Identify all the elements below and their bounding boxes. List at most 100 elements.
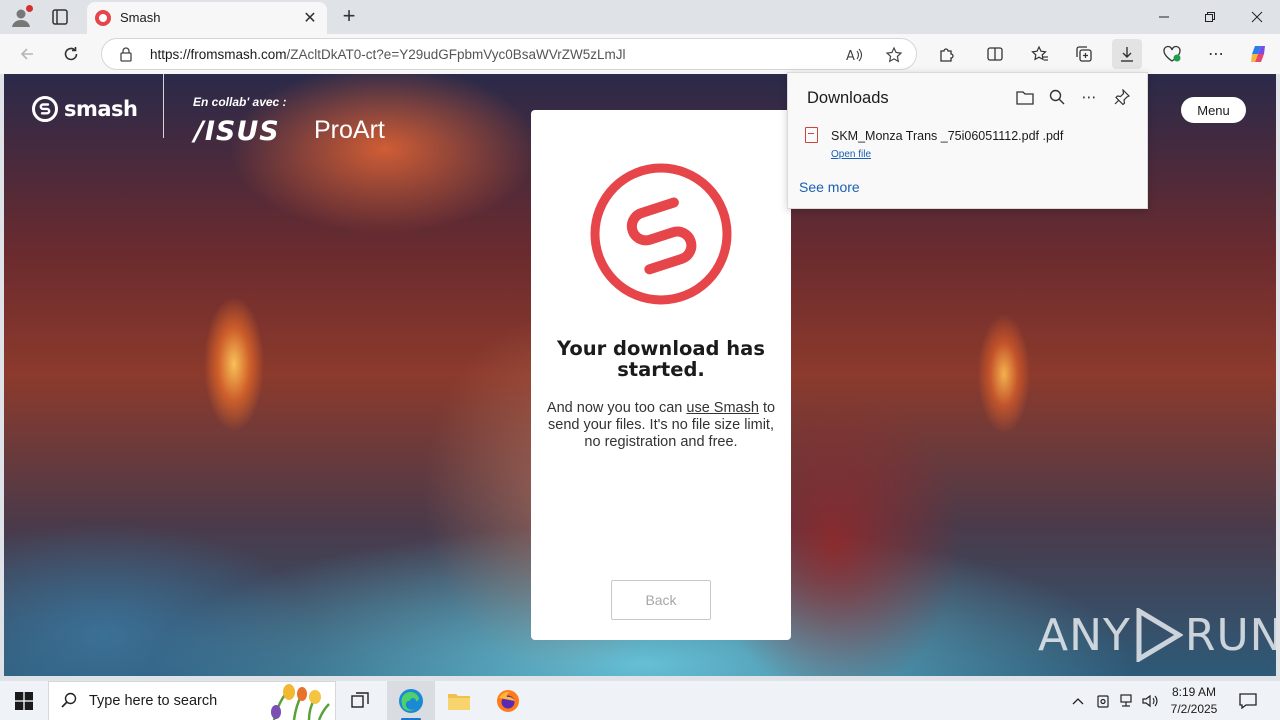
download-file-name: SKM_Monza Trans _75i06051112.pdf .pdf (831, 129, 1064, 143)
refresh-button[interactable] (56, 39, 86, 69)
downloads-button[interactable] (1112, 39, 1142, 69)
smash-large-logo-icon (590, 163, 732, 305)
restore-button[interactable] (1187, 0, 1233, 34)
download-heading: Your download has started. (557, 337, 765, 381)
browser-titlebar: Smash ✕ + (0, 0, 1280, 34)
tab-title: Smash (120, 10, 161, 25)
puzzle-icon (940, 48, 954, 62)
search-downloads-icon[interactable] (1045, 85, 1069, 109)
brand-divider (163, 74, 164, 138)
watermark-left: ANY (1038, 609, 1131, 661)
downloads-title: Downloads (807, 89, 889, 107)
promo-text-start: And now you too can (546, 400, 687, 416)
downloads-panel: Downloads ⋯ SKM_Monza Trans _75i06051112… (787, 72, 1148, 209)
pdf-file-icon (805, 127, 818, 143)
tab-actions-button[interactable] (50, 7, 70, 27)
read-aloud-icon[interactable]: A (844, 45, 864, 65)
open-file-link[interactable]: Open file (831, 149, 871, 160)
collections-icon (1076, 46, 1092, 62)
pin-icon[interactable] (1110, 85, 1134, 109)
split-screen-icon (987, 47, 1003, 61)
favorite-star-icon[interactable] (884, 45, 904, 65)
minimize-button[interactable] (1141, 0, 1187, 34)
search-icon (61, 692, 77, 713)
new-tab-button[interactable]: + (338, 4, 360, 28)
notification-icon (1239, 693, 1257, 709)
svg-text:A: A (846, 49, 855, 64)
play-triangle-icon (1136, 608, 1183, 662)
anyrun-watermark: ANY RUN (1038, 608, 1276, 662)
clock-date: 7/2/2025 (1170, 702, 1218, 716)
split-screen-button[interactable] (980, 39, 1010, 69)
close-window-button[interactable] (1234, 0, 1280, 34)
more-dots-icon: ⋯ (1208, 46, 1224, 63)
heartbeat-icon (1163, 45, 1181, 62)
address-bar[interactable]: https://fromsmash.com/ZAcltDkAT0-ct?e=Y2… (101, 38, 917, 70)
close-window-icon (1251, 11, 1263, 23)
chevron-up-icon (1072, 698, 1084, 705)
tab-actions-icon (52, 9, 68, 25)
browser-essentials-button[interactable] (1157, 39, 1187, 69)
task-view-icon (351, 692, 369, 708)
volume-icon[interactable] (1140, 681, 1160, 720)
firefox-button[interactable] (484, 681, 532, 720)
extensions-button[interactable] (932, 39, 962, 69)
smash-logo-icon (32, 96, 58, 122)
favorites-icon (1031, 45, 1048, 61)
download-started-card: Your download has started. And now you t… (531, 110, 791, 640)
back-button-disabled[interactable]: Back (611, 580, 711, 620)
favorites-button[interactable] (1025, 39, 1055, 69)
watermark-right: RUN (1184, 609, 1276, 661)
tab-smash[interactable]: Smash ✕ (87, 2, 327, 34)
use-smash-link[interactable]: use Smash (686, 400, 759, 416)
restore-icon (1205, 12, 1215, 22)
notification-dot (26, 5, 33, 12)
open-downloads-folder-icon[interactable] (1013, 85, 1037, 109)
folder-icon (448, 694, 470, 710)
minimize-icon (1159, 16, 1169, 18)
search-highlight-flowers-icon (271, 684, 330, 720)
proart-logo: ProArt (314, 116, 385, 144)
profile-avatar[interactable] (10, 5, 33, 28)
copilot-button[interactable] (1243, 39, 1273, 69)
taskbar-clock[interactable]: 8:19 AM 7/2/2025 (1160, 684, 1228, 718)
taskbar-search[interactable]: Type here to search (48, 681, 336, 720)
task-view-button[interactable] (336, 681, 384, 720)
smash-brand[interactable]: smash (32, 96, 138, 122)
file-explorer-button[interactable] (435, 681, 483, 720)
windows-taskbar: Type here to search 8:19 AM 7/2/2025 (0, 680, 1280, 720)
brand-name: smash (64, 97, 138, 121)
firefox-icon (497, 690, 519, 712)
search-placeholder: Type here to search (89, 693, 218, 709)
collab-label: En collab' avec : (193, 95, 287, 109)
network-icon[interactable] (1116, 681, 1136, 720)
settings-more-button[interactable]: ⋯ (1201, 39, 1231, 69)
back-button[interactable] (12, 39, 42, 69)
download-icon (1121, 47, 1133, 62)
tray-security-icon[interactable] (1093, 681, 1113, 720)
edge-taskbar-button[interactable] (387, 681, 435, 720)
asus-logo: /ISUS (194, 116, 280, 147)
copilot-icon (1251, 46, 1265, 62)
notification-center-button[interactable] (1232, 681, 1264, 720)
refresh-icon (64, 47, 78, 61)
close-tab-icon[interactable]: ✕ (301, 8, 319, 28)
collections-button[interactable] (1069, 39, 1099, 69)
url-text[interactable]: https://fromsmash.com/ZAcltDkAT0-ct?e=Y2… (150, 47, 626, 62)
download-item[interactable]: SKM_Monza Trans _75i06051112.pdf .pdf Op… (798, 123, 1138, 165)
smash-favicon-icon (95, 10, 111, 26)
windows-logo-icon (15, 692, 33, 710)
url-host: https://fromsmash.com (150, 47, 287, 62)
more-options-icon[interactable]: ⋯ (1077, 85, 1101, 109)
arrow-left-icon (20, 48, 33, 60)
start-button[interactable] (0, 681, 48, 720)
promo-text: And now you too can use Smash to send yo… (545, 400, 777, 451)
clock-time: 8:19 AM (1171, 685, 1217, 699)
browser-toolbar: https://fromsmash.com/ZAcltDkAT0-ct?e=Y2… (0, 34, 1280, 74)
see-more-link[interactable]: See more (799, 179, 860, 195)
lock-icon[interactable] (118, 46, 134, 62)
url-path: /ZAcltDkAT0-ct?e=Y29udGFpbmVyc0BsaWVrZW5… (286, 47, 626, 62)
menu-button[interactable]: Menu (1181, 97, 1246, 123)
show-hidden-icons-button[interactable] (1068, 681, 1088, 720)
edge-icon (399, 689, 423, 713)
